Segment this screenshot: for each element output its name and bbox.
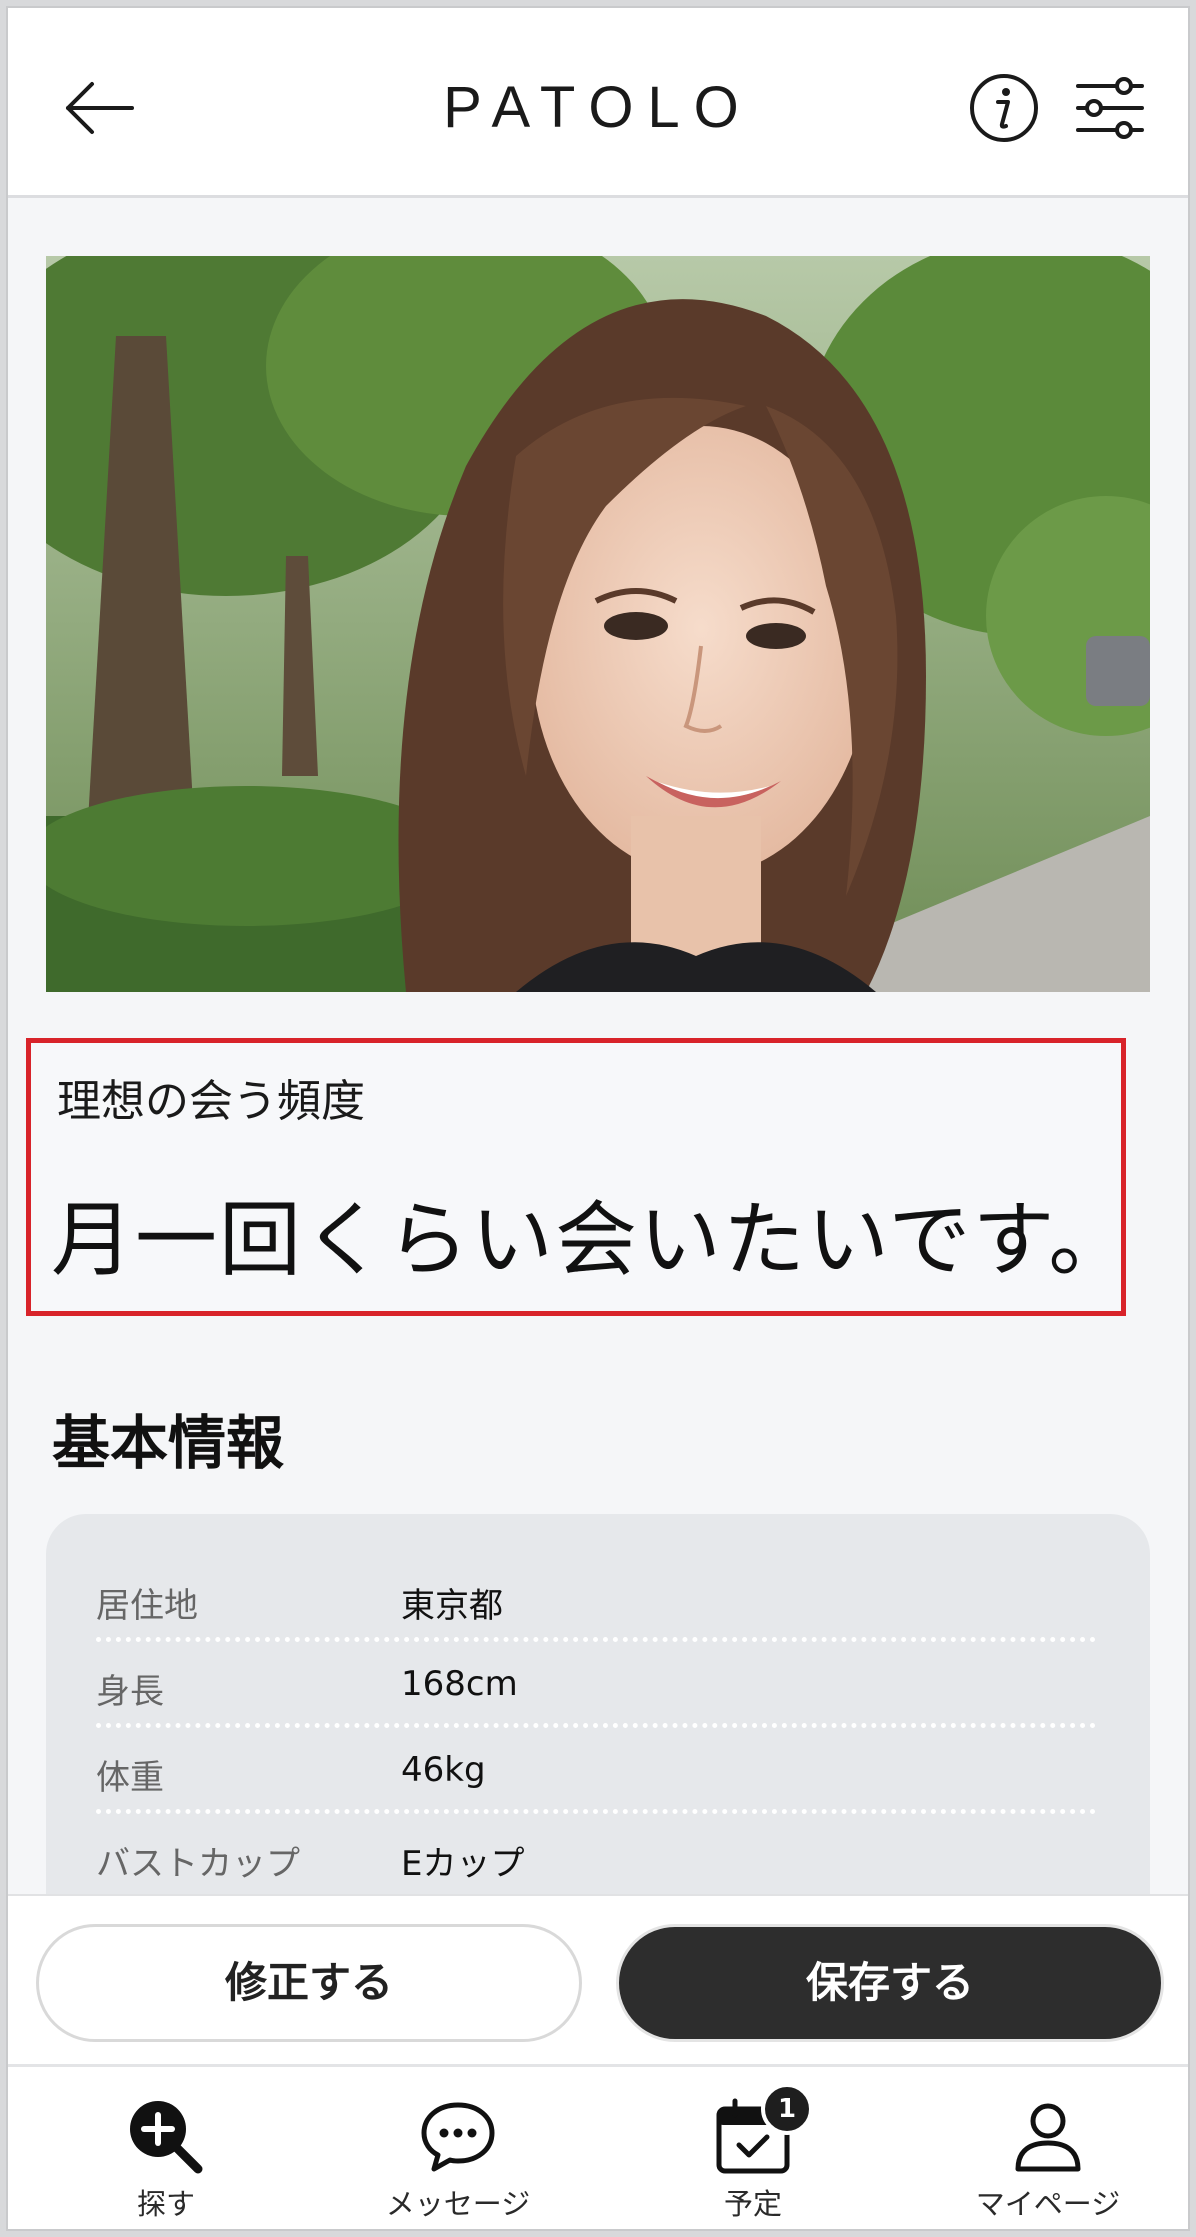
app-frame: PATOLO 理想の会う頻度 月一回くらい会いたいです。 基本情報 居住地 東京… [6,6,1190,2231]
nav-label: メッセージ [385,2187,531,2221]
info-row-weight: 体重 46kg [96,1728,1096,1814]
info-button[interactable] [966,70,1042,146]
basic-info-title: 基本情報 [52,1409,285,1477]
nav-label: 探す [136,2187,195,2221]
ideal-frequency-value: 月一回くらい会いたいです。 [51,1193,1133,1288]
edit-button[interactable]: 修正する [36,1924,582,2042]
sliders-icon [1076,77,1144,139]
info-icon [970,74,1038,142]
filter-settings-button[interactable] [1072,70,1148,146]
bottom-nav: 探す メッセージ 1 予定 マイページ [8,2064,1188,2229]
profile-photo [46,256,1150,992]
info-key: 身長 [96,1672,164,1712]
nav-label: 予定 [723,2187,782,2221]
info-value: 46kg [401,1750,486,1790]
info-value: 168cm [401,1664,518,1704]
user-icon [1015,2103,1081,2172]
chat-bubble-icon [421,2102,495,2172]
info-row-height: 身長 168cm [96,1642,1096,1728]
info-row-bust-cup: バストカップ Eカップ [96,1814,1096,1900]
info-value: 東京都 [401,1586,503,1626]
info-key: 居住地 [96,1586,198,1626]
nav-item-mypage[interactable]: マイページ [928,2067,1168,2229]
info-value: Eカップ [401,1844,525,1884]
ideal-frequency-label: 理想の会う頻度 [57,1076,365,1127]
search-plus-icon [130,2101,203,2174]
nav-item-schedule[interactable]: 1 予定 [633,2067,873,2229]
nav-label: マイページ [975,2187,1121,2221]
top-header: PATOLO [8,8,1188,198]
action-bar: 修正する 保存する [8,1894,1188,2064]
info-key: 体重 [96,1758,164,1798]
info-row-residence: 居住地 東京都 [96,1556,1096,1642]
ideal-frequency-box: 理想の会う頻度 月一回くらい会いたいです。 [26,1038,1130,1316]
nav-item-search[interactable]: 探す [46,2067,286,2229]
schedule-badge: 1 [761,2083,813,2135]
basic-info-card: 居住地 東京都 身長 168cm 体重 46kg バストカップ Eカップ [46,1514,1150,1934]
save-button[interactable]: 保存する [616,1924,1164,2042]
info-key: バストカップ [96,1844,300,1884]
nav-item-messages[interactable]: メッセージ [338,2067,578,2229]
